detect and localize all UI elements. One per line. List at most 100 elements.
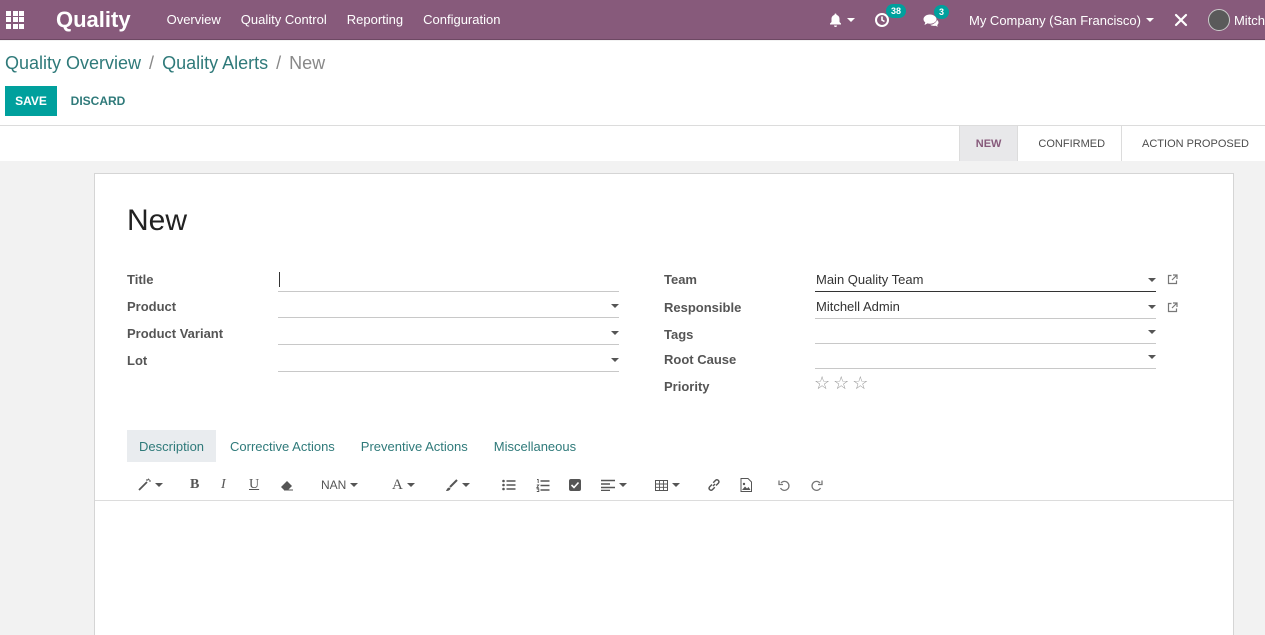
root-cause-label: Root Cause: [664, 352, 737, 367]
app-brand[interactable]: Quality: [56, 7, 131, 33]
paragraph-dropdown[interactable]: [601, 476, 627, 494]
product-variant-label: Product Variant: [127, 326, 224, 341]
redo-button[interactable]: [810, 476, 823, 494]
link-icon: [708, 479, 720, 491]
table-icon: [655, 479, 668, 491]
responsible-value: Mitchell Admin: [816, 299, 900, 314]
priority-label: Priority: [664, 379, 710, 394]
description-editor[interactable]: [95, 502, 1233, 635]
product-select[interactable]: [278, 294, 619, 318]
page-title: New: [127, 204, 188, 237]
image-icon: [740, 478, 752, 492]
breadcrumb-quality-overview[interactable]: Quality Overview: [5, 53, 141, 74]
chevron-down-icon: [611, 304, 619, 308]
avatar: [1207, 9, 1230, 31]
redo-icon: [811, 480, 823, 491]
status-bar: NEW CONFIRMED ACTION PROPOSED: [0, 125, 1265, 161]
font-size-dropdown[interactable]: NAN: [321, 476, 359, 494]
bold-button[interactable]: B: [190, 476, 199, 494]
chevron-down-icon: [1148, 330, 1156, 334]
star-icon[interactable]: ☆: [833, 374, 849, 392]
breadcrumb-separator: /: [149, 53, 155, 73]
media-button[interactable]: [740, 476, 752, 494]
bell-icon: [829, 13, 841, 27]
company-switcher[interactable]: My Company (San Francisco): [969, 13, 1154, 28]
top-navbar: Quality Overview Quality Control Reporti…: [0, 0, 1265, 40]
product-variant-select[interactable]: [278, 321, 619, 345]
external-link-icon[interactable]: [1167, 302, 1178, 313]
list-ol-icon: [536, 478, 550, 492]
save-button[interactable]: SAVE: [5, 86, 57, 116]
user-name: Mitch: [1233, 12, 1265, 28]
chevron-down-icon: [611, 358, 619, 362]
paint-brush-icon: [446, 478, 458, 491]
tags-select[interactable]: [815, 320, 1156, 344]
responsible-label: Responsible: [664, 300, 742, 315]
breadcrumb-current: New: [289, 53, 326, 73]
tab-miscellaneous[interactable]: Miscellaneous: [482, 430, 588, 462]
chevron-down-icon: [1148, 278, 1156, 282]
root-cause-select[interactable]: [815, 345, 1156, 369]
text-cursor: [279, 272, 280, 287]
menu-configuration[interactable]: Configuration: [423, 12, 500, 27]
team-value: Main Quality Team: [816, 272, 924, 287]
notebook-tabs: Description Corrective Actions Preventiv…: [127, 430, 590, 462]
menu-quality-control[interactable]: Quality Control: [241, 12, 327, 27]
activities-button[interactable]: 38: [874, 4, 906, 27]
bullet-list-button[interactable]: [502, 476, 516, 494]
product-label: Product: [127, 299, 177, 314]
message-count-badge: 3: [933, 4, 949, 19]
responsible-select[interactable]: Mitchell Admin: [815, 295, 1156, 319]
eraser-button[interactable]: [280, 476, 294, 494]
underline-button[interactable]: U: [249, 476, 259, 494]
magic-wand-icon: [138, 478, 151, 491]
list-ul-icon: [502, 479, 516, 491]
company-name: My Company (San Francisco): [968, 12, 1141, 28]
messages-button[interactable]: 3: [923, 4, 949, 27]
external-link-icon[interactable]: [1167, 274, 1178, 285]
undo-icon: [778, 480, 790, 491]
style-dropdown[interactable]: [137, 476, 163, 494]
tab-preventive-actions[interactable]: Preventive Actions: [349, 430, 480, 462]
numbered-list-button[interactable]: [536, 476, 550, 494]
stage-action-proposed[interactable]: ACTION PROPOSED: [1121, 126, 1265, 161]
menu-reporting[interactable]: Reporting: [347, 12, 403, 27]
link-button[interactable]: [707, 476, 721, 494]
italic-button[interactable]: I: [221, 476, 226, 494]
star-icon[interactable]: ☆: [814, 374, 830, 392]
checklist-button[interactable]: [569, 476, 581, 494]
lot-select[interactable]: [278, 348, 619, 372]
checkbox-icon: [569, 479, 581, 491]
breadcrumb-quality-alerts[interactable]: Quality Alerts: [162, 53, 268, 74]
control-panel: Quality Overview / Quality Alerts / New …: [0, 41, 1265, 161]
lot-label: Lot: [127, 353, 148, 368]
menu-overview[interactable]: Overview: [167, 12, 221, 27]
team-select[interactable]: Main Quality Team: [815, 268, 1156, 292]
undo-button[interactable]: [778, 476, 791, 494]
font-color-icon: A: [392, 476, 403, 493]
align-left-icon: [601, 479, 615, 491]
tags-label: Tags: [664, 327, 694, 342]
tab-corrective-actions[interactable]: Corrective Actions: [218, 430, 347, 462]
font-color-dropdown[interactable]: A: [392, 476, 415, 494]
tab-description[interactable]: Description: [127, 430, 217, 462]
user-menu[interactable]: Mitch: [1207, 9, 1265, 31]
activity-count-badge: 38: [885, 4, 906, 18]
stage-confirmed[interactable]: CONFIRMED: [1017, 126, 1121, 161]
font-size-value: NAN: [321, 478, 347, 492]
apps-menu-icon[interactable]: [0, 0, 30, 40]
debug-tools-button[interactable]: [1174, 13, 1188, 27]
background-color-dropdown[interactable]: [445, 476, 470, 494]
team-label: Team: [664, 272, 697, 287]
title-input[interactable]: [278, 268, 619, 292]
breadcrumb: Quality Overview / Quality Alerts / New: [5, 53, 325, 74]
breadcrumb-separator: /: [276, 53, 282, 73]
star-icon[interactable]: ☆: [852, 374, 868, 392]
chevron-down-icon: [611, 331, 619, 335]
discard-button[interactable]: DISCARD: [62, 86, 134, 116]
stage-new[interactable]: NEW: [958, 126, 1018, 161]
table-dropdown[interactable]: [655, 476, 680, 494]
tools-icon: [1174, 13, 1188, 27]
notifications-dropdown[interactable]: [829, 13, 855, 27]
chevron-down-icon: [1148, 355, 1156, 359]
